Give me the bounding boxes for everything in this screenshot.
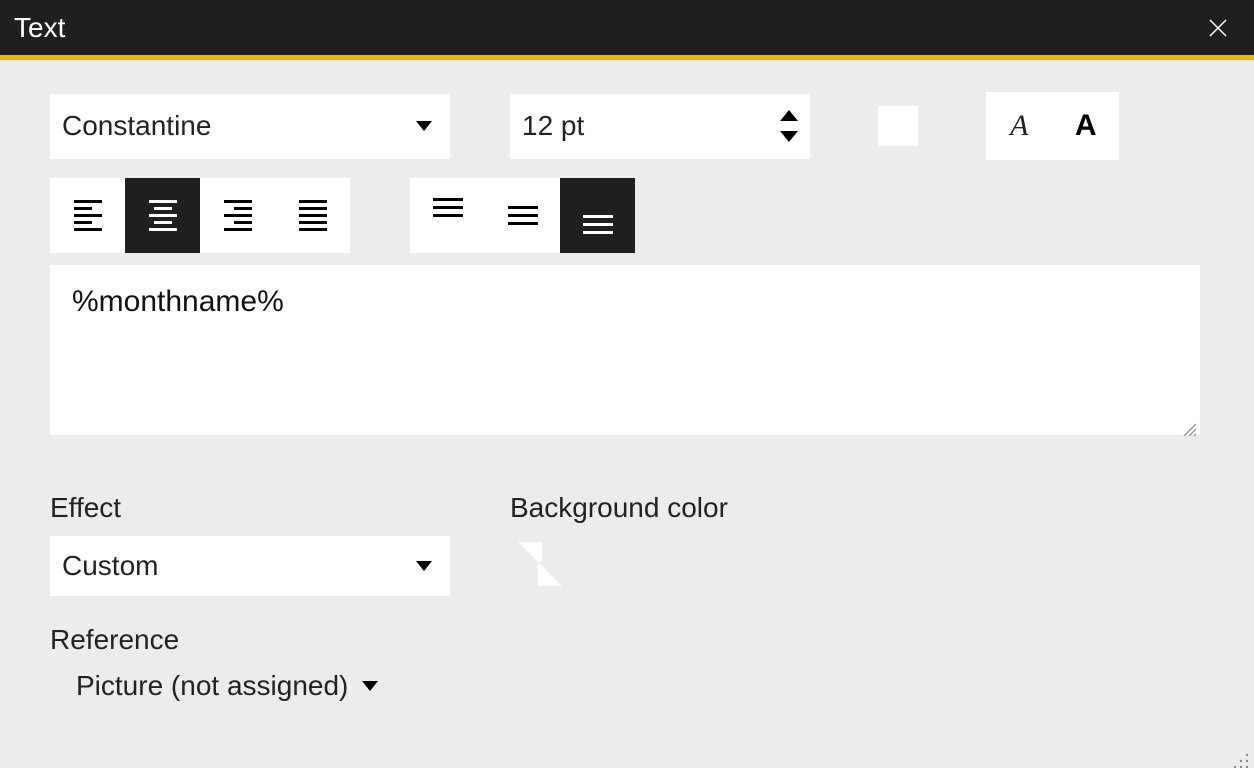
dialog-title: Text [14,12,65,44]
textarea-resize-grip[interactable] [1180,420,1196,436]
italic-button[interactable]: A [986,92,1053,160]
effect-label: Effect [50,492,450,524]
alignment-row [50,178,1204,253]
resize-grip-icon [1232,752,1250,768]
spinner-arrows [780,94,798,159]
dialog-content: Constantine 12 pt A A [0,60,1254,702]
horizontal-align-group [50,178,350,253]
close-button[interactable] [1198,8,1238,48]
chevron-down-icon [416,121,432,131]
bold-button[interactable]: A [1053,92,1120,160]
align-justify-icon [299,200,327,231]
effect-column: Effect Custom Reference Picture (not ass… [50,492,450,702]
bold-icon: A [1075,109,1097,143]
text-content-input[interactable] [50,265,1200,435]
align-left-button[interactable] [50,178,125,253]
valign-bottom-button[interactable] [560,178,635,253]
close-icon [1209,19,1227,37]
reference-select[interactable]: Picture (not assigned) [76,670,450,702]
dialog-resize-grip[interactable] [1232,752,1250,768]
valign-middle-button[interactable] [485,178,560,253]
align-justify-button[interactable] [275,178,350,253]
spinner-up-icon[interactable] [780,110,798,121]
align-left-icon [74,200,102,231]
chevron-down-icon [362,681,378,691]
italic-icon: A [1010,109,1028,143]
text-area-wrap [50,253,1200,440]
titlebar: Text [0,0,1254,55]
align-right-button[interactable] [200,178,275,253]
align-right-icon [224,200,252,231]
align-center-button[interactable] [125,178,200,253]
effect-select[interactable]: Custom [50,536,450,596]
font-size-value: 12 pt [522,110,584,142]
valign-bottom-icon [583,198,613,234]
font-family-select[interactable]: Constantine [50,94,450,159]
bgcolor-swatch[interactable] [518,542,562,586]
bgcolor-label: Background color [510,492,728,524]
font-size-spinner[interactable]: 12 pt [510,94,810,159]
reference-label: Reference [50,624,450,656]
resize-grip-icon [1180,420,1196,436]
bgcolor-column: Background color [510,492,728,702]
valign-middle-icon [508,198,538,234]
font-row: Constantine 12 pt A A [50,92,1204,160]
spinner-down-icon[interactable] [780,131,798,142]
valign-top-icon [433,198,463,234]
reference-value: Picture (not assigned) [76,670,348,702]
lower-row: Effect Custom Reference Picture (not ass… [50,492,1204,702]
align-center-icon [149,200,177,231]
font-style-group: A A [986,92,1119,160]
bgcolor-triangle-b [538,562,562,586]
valign-top-button[interactable] [410,178,485,253]
text-color-swatch[interactable] [878,106,918,146]
effect-value: Custom [62,550,158,582]
vertical-align-group [410,178,635,253]
chevron-down-icon [416,561,432,571]
font-family-value: Constantine [62,110,211,142]
